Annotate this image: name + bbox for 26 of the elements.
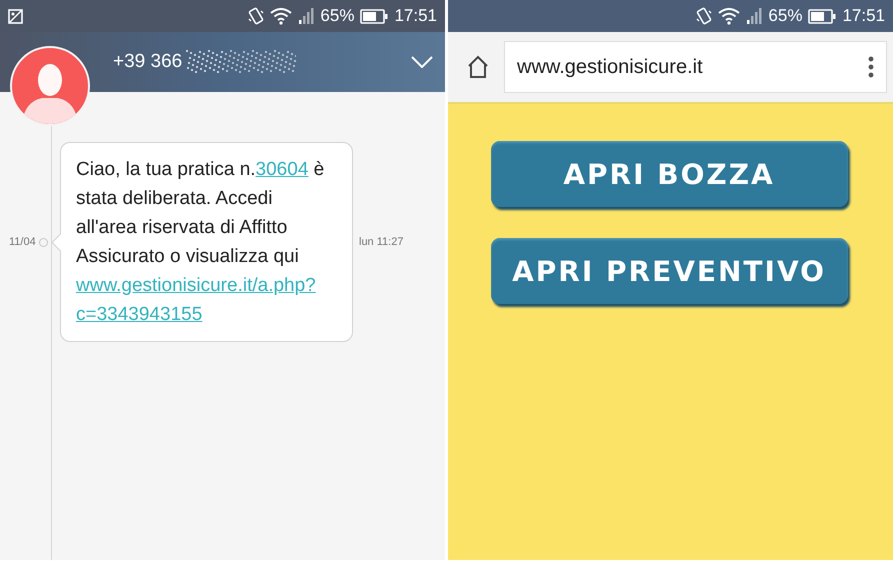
page-button[interactable]: APRI BOZZA [490,141,848,207]
signal-icon [746,8,762,24]
wifi-icon [718,8,740,24]
status-time: 17:51 [842,6,885,26]
chevron-down-icon[interactable] [411,56,433,68]
timeline-dot [39,238,48,246]
home-icon[interactable] [466,55,490,79]
more-options-icon[interactable] [868,56,874,78]
battery-icon [360,8,388,24]
gallery-icon [8,8,23,24]
status-time: 17:51 [394,6,437,26]
message-link[interactable]: c=3343943155 [76,300,202,329]
address-field[interactable]: www.gestionisicure.it [504,41,887,93]
wifi-icon [270,8,292,24]
message-link[interactable]: www.gestionisicure.it/a.php? [76,271,316,300]
battery-icon [808,8,836,24]
page-button[interactable]: APRI PREVENTIVO [490,238,848,304]
battery-percentage: 65% [768,6,802,26]
battery-percentage: 65% [320,6,354,26]
contact-number: +39 366 [113,51,182,73]
signal-icon [298,8,314,24]
vibrate-icon [248,7,264,25]
vibrate-icon [696,7,712,25]
message-link[interactable]: 30604 [256,155,308,184]
message-time: lun 11:27 [359,236,404,248]
message-date: 11/04 [8,236,37,248]
